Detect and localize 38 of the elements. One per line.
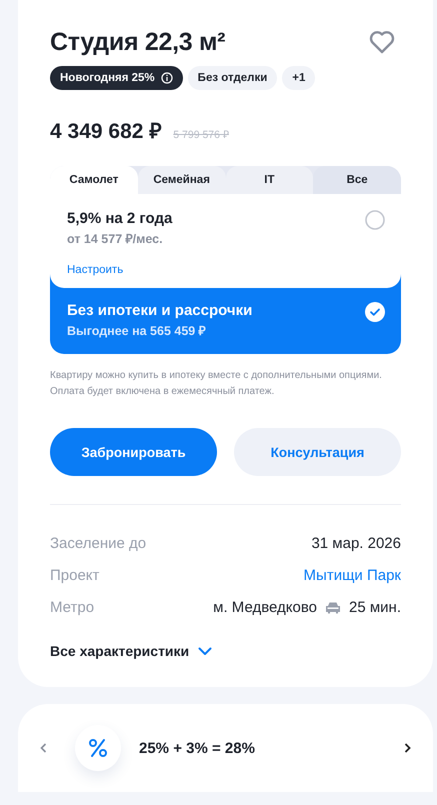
detail-label: Метро (50, 598, 94, 616)
price: 4 349 682 ₽ (50, 119, 162, 144)
option-title: Без ипотеки и рассрочки (67, 302, 252, 319)
note-text: Квартиру можно купить в ипотеку вместе с дополнительными опциями. Оплата будет включена в ежемесячный платеж. (50, 369, 383, 399)
info-icon[interactable] (160, 72, 173, 84)
metro-station: м. Медведково (213, 598, 317, 616)
heart-icon[interactable] (369, 30, 395, 54)
check-icon[interactable] (365, 302, 385, 322)
discount-formula: 25% + 3% = 28% (139, 740, 256, 756)
mortgage-option[interactable]: 5,9% на 2 года от 14 577 ₽/мес. Настроить (50, 194, 401, 288)
option-title: 5,9% на 2 года (67, 210, 172, 227)
all-specs-button[interactable]: Все характеристики (50, 643, 212, 659)
detail-label: Проект (50, 566, 100, 584)
chevron-down-icon (198, 646, 212, 656)
detail-value: 31 мар. 2026 (311, 534, 401, 552)
chevron-right-icon[interactable] (404, 743, 411, 753)
consult-button[interactable]: Консультация (234, 428, 401, 476)
configure-link[interactable]: Настроить (67, 264, 172, 276)
percent-icon (75, 725, 121, 771)
book-button[interactable]: Забронировать (50, 428, 217, 476)
car-icon (325, 600, 341, 614)
listing-title: Студия 22,3 м² (50, 28, 226, 56)
tab[interactable]: Все (313, 166, 401, 194)
option-subtitle: от 14 577 ₽/мес. (67, 231, 164, 247)
tab[interactable]: Самолет (50, 166, 138, 194)
tab[interactable]: IT (226, 166, 314, 194)
option-subtitle: Выгоднее на 565 459 ₽ (67, 323, 207, 339)
tag: Новогодняя 25% (50, 66, 183, 90)
radio-button[interactable] (365, 210, 385, 230)
tag: +1 (282, 66, 316, 90)
chevron-left-icon[interactable] (40, 743, 47, 753)
mortgage-option[interactable]: Без ипотеки и рассрочки Выгоднее на 565 459 ₽ (50, 288, 401, 354)
detail-label: Заселение до (50, 534, 146, 552)
old-price: 5 799 576 ₽ (173, 128, 229, 141)
travel-time: 25 мин. (349, 598, 401, 616)
tab[interactable]: Семейная (138, 166, 226, 194)
project-link[interactable]: Мытищи Парк (304, 566, 401, 584)
tag: Без отделки (188, 66, 278, 90)
